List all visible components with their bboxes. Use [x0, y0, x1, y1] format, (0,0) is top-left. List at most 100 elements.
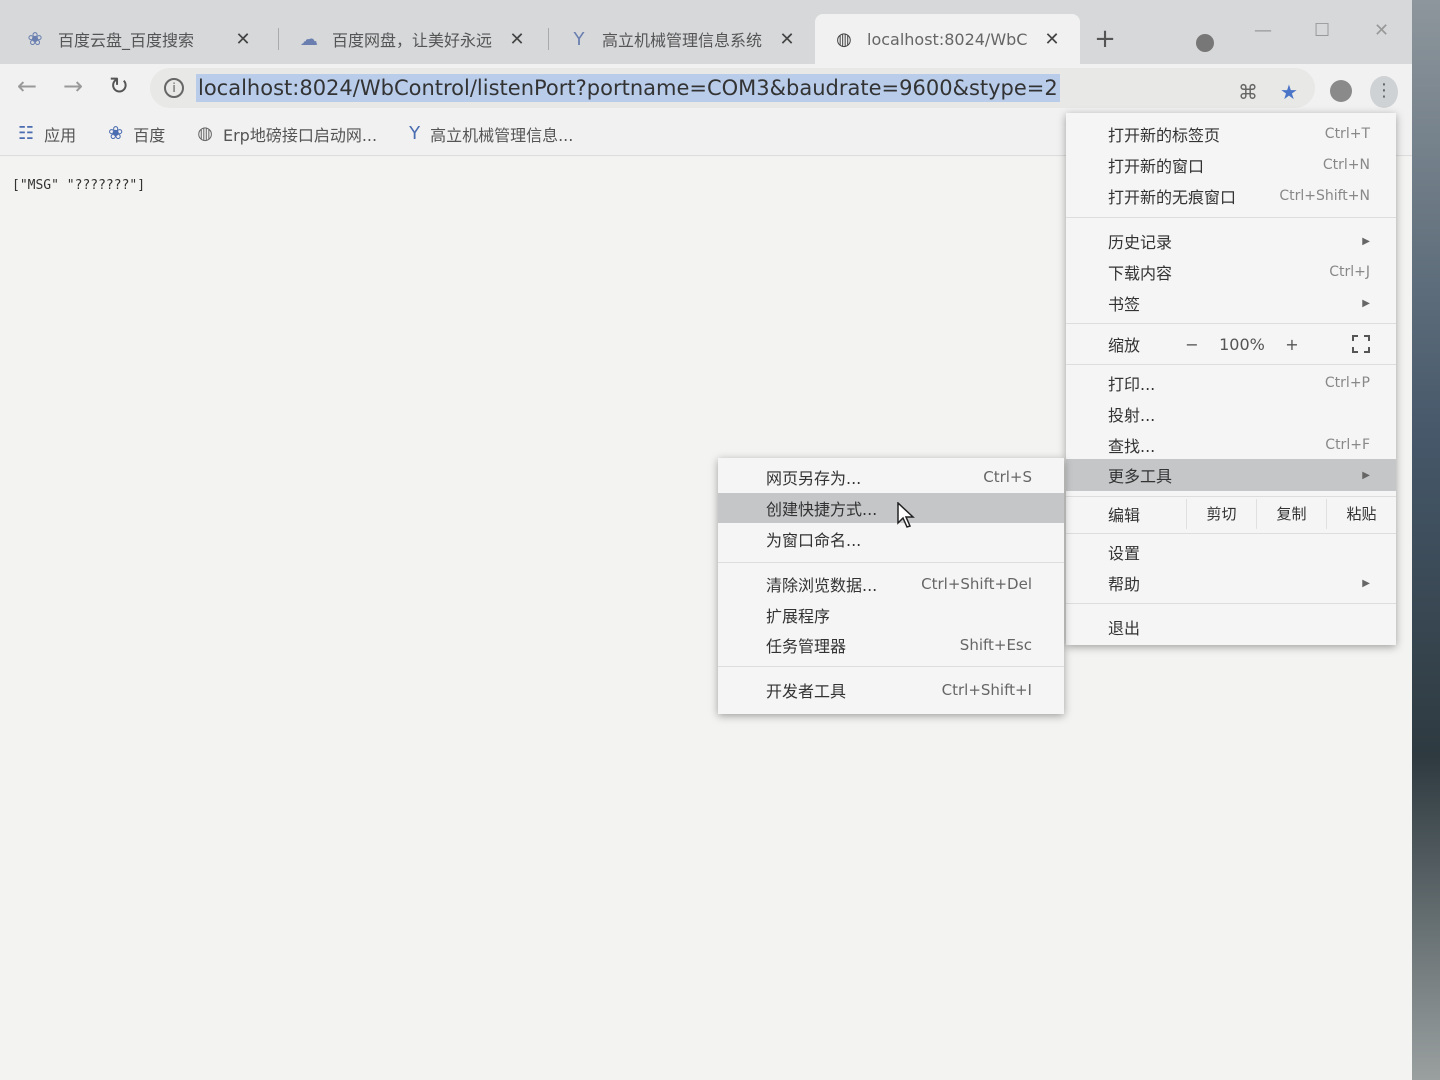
- baidu-paw-icon: ❀: [27, 28, 43, 50]
- baidu-netdisk-icon: ☁: [300, 28, 318, 50]
- submenu-item-create-shortcut[interactable]: 创建快捷方式...: [718, 493, 1064, 523]
- menu-item-history[interactable]: 历史记录 ▶: [1066, 226, 1396, 256]
- close-icon[interactable]: ✕: [1042, 29, 1062, 50]
- menu-shortcut: Ctrl+S: [983, 468, 1032, 486]
- tab-title: 百度网盘，让美好永远: [332, 31, 493, 50]
- menu-shortcut: Ctrl+J: [1329, 264, 1370, 280]
- menu-item-zoom: 缩放 − 100% +: [1066, 329, 1396, 359]
- copy-button[interactable]: 复制: [1256, 499, 1326, 529]
- menu-separator: [1066, 217, 1396, 218]
- menu-item-incognito[interactable]: 打开新的无痕窗口 Ctrl+Shift+N: [1066, 181, 1396, 211]
- menu-item-downloads[interactable]: 下载内容 Ctrl+J: [1066, 257, 1396, 287]
- profile-avatar-icon[interactable]: [1330, 80, 1352, 102]
- reload-icon[interactable]: ↻: [104, 72, 134, 100]
- y-logo-icon: Y: [409, 123, 421, 144]
- menu-label: 扩展程序: [766, 607, 831, 626]
- tab-divider: [278, 28, 279, 50]
- submenu-item-task-manager[interactable]: 任务管理器 Shift+Esc: [718, 630, 1064, 660]
- tab-divider: [548, 28, 549, 50]
- new-tab-button[interactable]: +: [1090, 24, 1120, 54]
- close-icon[interactable]: ✕: [507, 29, 527, 50]
- baidu-paw-icon: ❀: [108, 123, 124, 144]
- minimize-icon[interactable]: —: [1254, 20, 1272, 41]
- bookmark-baidu[interactable]: ❀ 百度: [108, 122, 165, 146]
- url-text[interactable]: localhost:8024/WbControl/listenPort?port…: [196, 74, 1060, 102]
- bookmark-label: 高立机械管理信息...: [430, 125, 574, 145]
- menu-item-help[interactable]: 帮助 ▶: [1066, 568, 1396, 598]
- back-icon[interactable]: ←: [12, 72, 42, 100]
- menu-item-bookmarks[interactable]: 书签 ▶: [1066, 288, 1396, 318]
- menu-label: 清除浏览数据...: [766, 576, 878, 595]
- zoom-in-button[interactable]: +: [1272, 335, 1312, 354]
- submenu-item-clear-data[interactable]: 清除浏览数据... Ctrl+Shift+Del: [718, 569, 1064, 599]
- menu-item-exit[interactable]: 退出: [1066, 612, 1396, 642]
- menu-item-new-tab[interactable]: 打开新的标签页 Ctrl+T: [1066, 119, 1396, 149]
- menu-shortcut: Ctrl+F: [1325, 437, 1370, 453]
- menu-label: 任务管理器: [766, 637, 847, 656]
- menu-label: 查找...: [1108, 437, 1156, 456]
- bookmark-star-icon[interactable]: ★: [1280, 80, 1298, 104]
- menu-shortcut: Ctrl+Shift+N: [1279, 188, 1370, 204]
- menu-label: 书签: [1108, 295, 1141, 314]
- bookmark-apps[interactable]: ☷ 应用: [18, 122, 76, 146]
- menu-item-new-window[interactable]: 打开新的窗口 Ctrl+N: [1066, 150, 1396, 180]
- menu-item-settings[interactable]: 设置: [1066, 537, 1396, 567]
- menu-label: 打印...: [1108, 375, 1156, 394]
- globe-icon: ◍: [836, 28, 852, 50]
- maximize-icon[interactable]: ☐: [1314, 20, 1330, 41]
- tab-search-icon[interactable]: [1196, 34, 1214, 52]
- tab-gaoli-system[interactable]: Y 高立机械管理信息系统 ✕: [550, 14, 815, 64]
- menu-shortcut: Ctrl+N: [1322, 157, 1370, 173]
- zoom-out-button[interactable]: −: [1172, 335, 1212, 354]
- submenu-item-save-as[interactable]: 网页另存为... Ctrl+S: [718, 462, 1064, 492]
- menu-label: 下载内容: [1108, 264, 1173, 283]
- menu-shortcut: Shift+Esc: [959, 636, 1032, 654]
- json-response-text: ["MSG" "???????"]: [12, 178, 146, 193]
- menu-label: 打开新的标签页: [1108, 126, 1221, 145]
- cut-button[interactable]: 剪切: [1186, 499, 1256, 529]
- menu-separator: [1066, 364, 1396, 365]
- tab-title: localhost:8024/WbC: [867, 29, 1028, 49]
- more-tools-submenu: 网页另存为... Ctrl+S 创建快捷方式... 为窗口命名... 清除浏览数…: [718, 458, 1064, 714]
- bookmark-erp[interactable]: ◍ Erp地磅接口启动网...: [197, 122, 377, 146]
- fullscreen-icon[interactable]: [1352, 335, 1370, 353]
- submenu-item-name-window[interactable]: 为窗口命名...: [718, 524, 1064, 554]
- menu-label: 缩放: [1108, 336, 1141, 355]
- menu-label: 编辑: [1108, 506, 1141, 525]
- menu-label: 开发者工具: [766, 682, 847, 701]
- close-icon[interactable]: ✕: [233, 29, 253, 50]
- menu-label: 设置: [1108, 544, 1141, 563]
- close-window-icon[interactable]: ✕: [1374, 20, 1389, 41]
- menu-separator: [1066, 533, 1396, 534]
- y-logo-icon: Y: [573, 28, 585, 50]
- menu-shortcut: Ctrl+P: [1324, 375, 1370, 391]
- submenu-arrow-icon: ▶: [1362, 577, 1370, 589]
- menu-item-more-tools[interactable]: 更多工具 ▶: [1066, 459, 1396, 491]
- paste-button[interactable]: 粘贴: [1326, 499, 1396, 529]
- tab-title: 高立机械管理信息系统: [602, 31, 763, 50]
- menu-shortcut: Ctrl+T: [1324, 126, 1370, 142]
- menu-shortcut: Ctrl+Shift+Del: [921, 575, 1032, 593]
- menu-kebab-icon[interactable]: ⋮: [1370, 76, 1398, 108]
- menu-item-print[interactable]: 打印... Ctrl+P: [1066, 368, 1396, 398]
- menu-label: 帮助: [1108, 575, 1141, 594]
- menu-item-edit: 编辑 剪切 复制 粘贴: [1066, 499, 1396, 529]
- menu-separator: [1066, 603, 1396, 604]
- qr-code-icon[interactable]: ⌘: [1238, 80, 1258, 104]
- forward-icon[interactable]: →: [58, 72, 88, 100]
- bookmark-label: 百度: [133, 125, 166, 145]
- tab-baidu-search[interactable]: ❀ 百度云盘_百度搜索 ✕: [6, 14, 271, 64]
- menu-item-find[interactable]: 查找... Ctrl+F: [1066, 430, 1396, 460]
- submenu-item-extensions[interactable]: 扩展程序: [718, 600, 1064, 630]
- close-icon[interactable]: ✕: [777, 29, 797, 50]
- info-icon[interactable]: i: [164, 78, 184, 98]
- browser-window: ❀ 百度云盘_百度搜索 ✕ ☁ 百度网盘，让美好永远 ✕ Y 高立机械管理信息系…: [0, 0, 1412, 1080]
- bookmark-gaoli[interactable]: Y 高立机械管理信息...: [409, 122, 573, 146]
- tab-localhost[interactable]: ◍ localhost:8024/WbC ✕: [815, 14, 1080, 64]
- tab-baidu-netdisk[interactable]: ☁ 百度网盘，让美好永远 ✕: [280, 14, 545, 64]
- menu-item-cast[interactable]: 投射...: [1066, 399, 1396, 429]
- submenu-item-devtools[interactable]: 开发者工具 Ctrl+Shift+I: [718, 675, 1064, 705]
- browser-main-menu: 打开新的标签页 Ctrl+T 打开新的窗口 Ctrl+N 打开新的无痕窗口 Ct…: [1066, 113, 1396, 645]
- address-bar[interactable]: i localhost:8024/WbControl/listenPort?po…: [150, 68, 1315, 108]
- bookmark-label: 应用: [44, 125, 77, 145]
